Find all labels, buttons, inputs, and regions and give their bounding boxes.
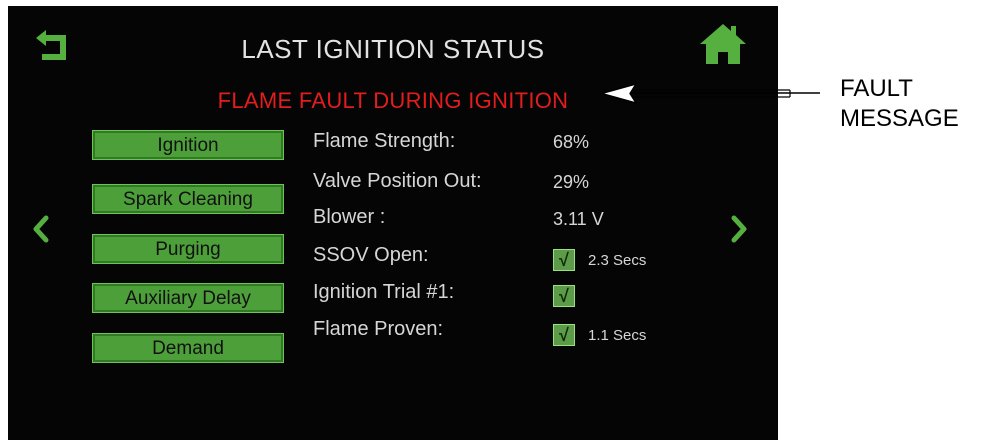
callout-arrow — [599, 82, 820, 105]
callout-label-fault: FAULT — [840, 75, 913, 102]
callout-label-message: MESSAGE — [840, 105, 959, 132]
